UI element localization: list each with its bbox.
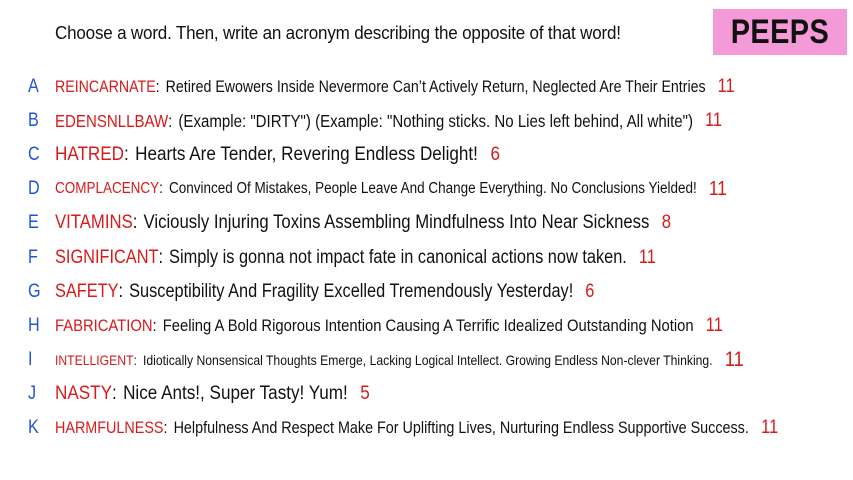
answer-letter: F [28, 247, 38, 268]
answer-row: G SAFETY: Susceptibility And Fragility E… [0, 279, 853, 305]
answer-acronym: Hearts Are Tender, Revering Endless Deli… [135, 144, 478, 165]
answer-acronym: Nice Ants!, Super Tasty! Yum! [123, 383, 348, 404]
answer-content: FABRICATION: Feeling A Bold Rigorous Int… [55, 315, 723, 336]
answer-score: 8 [661, 212, 672, 233]
answer-content: SIGNIFICANT: Simply is gonna not impact … [55, 247, 656, 268]
answer-row: H FABRICATION: Feeling A Bold Rigorous I… [0, 313, 853, 339]
prompt-text: Choose a word. Then, write an acronym de… [55, 22, 621, 43]
answer-letter: I [28, 349, 33, 370]
answer-word: INTELLIGENT [55, 352, 134, 368]
answer-letter: D [28, 178, 40, 199]
answer-acronym: Viciously Injuring Toxins Assembling Min… [143, 212, 650, 233]
answer-row: C HATRED: Hearts Are Tender, Revering En… [0, 142, 853, 168]
answer-acronym: Simply is gonna not impact fate in canon… [169, 247, 627, 268]
answer-word: SIGNIFICANT [55, 247, 159, 268]
answer-score: 5 [360, 383, 370, 404]
answer-score: 11 [761, 417, 779, 438]
answer-acronym: (Example: "DIRTY") (Example: "Nothing st… [178, 110, 693, 131]
answer-letter: K [28, 417, 39, 438]
answer-content: SAFETY: Susceptibility And Fragility Exc… [55, 281, 595, 302]
answer-content: HARMFULNESS: Helpfulness And Respect Mak… [55, 417, 779, 438]
answer-row: A REINCARNATE: Retired Ewowers Inside Ne… [0, 74, 853, 100]
answer-word: VITAMINS [55, 212, 133, 233]
answer-score: 11 [705, 315, 723, 336]
answer-score: 11 [638, 247, 656, 268]
answer-score: 6 [490, 144, 501, 165]
answer-score: 11 [724, 348, 744, 371]
answer-word: REINCARNATE [55, 77, 156, 96]
answer-letter: G [28, 281, 41, 302]
answer-content: COMPLACENCY: Convinced Of Mistakes, Peop… [55, 177, 727, 200]
answer-letter: H [28, 315, 40, 336]
answer-content: EDENSNLLBAW: (Example: "DIRTY") (Example… [55, 110, 722, 131]
answer-acronym: Retired Ewowers Inside Nevermore Can’t A… [165, 77, 706, 96]
answer-score: 11 [705, 110, 722, 131]
answer-content: HATRED: Hearts Are Tender, Revering Endl… [55, 144, 501, 165]
answer-row: E VITAMINS: Viciously Injuring Toxins As… [0, 210, 853, 236]
answer-word: HARMFULNESS [55, 418, 164, 437]
answer-word: NASTY [55, 383, 113, 404]
team-badge: PEEPS [713, 9, 847, 55]
answer-row: I INTELLIGENT: Idiotically Nonsensical T… [0, 347, 853, 373]
answer-acronym: Feeling A Bold Rigorous Intention Causin… [162, 316, 694, 335]
answer-row: F SIGNIFICANT: Simply is gonna not impac… [0, 245, 853, 271]
answer-row: K HARMFULNESS: Helpfulness And Respect M… [0, 415, 853, 441]
answer-letter: J [28, 383, 37, 404]
answer-word: SAFETY [55, 281, 119, 302]
team-badge-label: PEEPS [730, 12, 830, 51]
answer-row: B EDENSNLLBAW: (Example: "DIRTY") (Examp… [0, 108, 853, 134]
answer-row: D COMPLACENCY: Convinced Of Mistakes, Pe… [0, 176, 853, 202]
answer-letter: B [28, 110, 39, 131]
answer-word: COMPLACENCY [55, 180, 160, 197]
answer-acronym: Helpfulness And Respect Make For Uplifti… [173, 418, 749, 437]
answer-word: HATRED [55, 144, 125, 165]
answer-letter: C [28, 144, 40, 165]
answer-row: J NASTY: Nice Ants!, Super Tasty! Yum! 5 [0, 381, 853, 407]
answer-word: FABRICATION [55, 316, 153, 335]
answer-content: VITAMINS: Viciously Injuring Toxins Asse… [55, 212, 672, 233]
answer-content: INTELLIGENT: Idiotically Nonsensical Tho… [55, 348, 744, 371]
answer-acronym: Idiotically Nonsensical Thoughts Emerge,… [142, 352, 713, 368]
answer-content: REINCARNATE: Retired Ewowers Inside Neve… [55, 76, 735, 97]
answer-score: 11 [708, 177, 727, 200]
answer-word: EDENSNLLBAW [55, 110, 169, 131]
answer-acronym: Susceptibility And Fragility Excelled Tr… [129, 281, 574, 302]
answer-content: NASTY: Nice Ants!, Super Tasty! Yum! 5 [55, 383, 370, 404]
answer-score: 11 [717, 76, 735, 97]
answer-letter: A [28, 76, 39, 97]
answer-letter: E [28, 212, 39, 233]
answer-acronym: Convinced Of Mistakes, People Leave And … [168, 180, 697, 197]
answer-score: 6 [585, 281, 595, 302]
